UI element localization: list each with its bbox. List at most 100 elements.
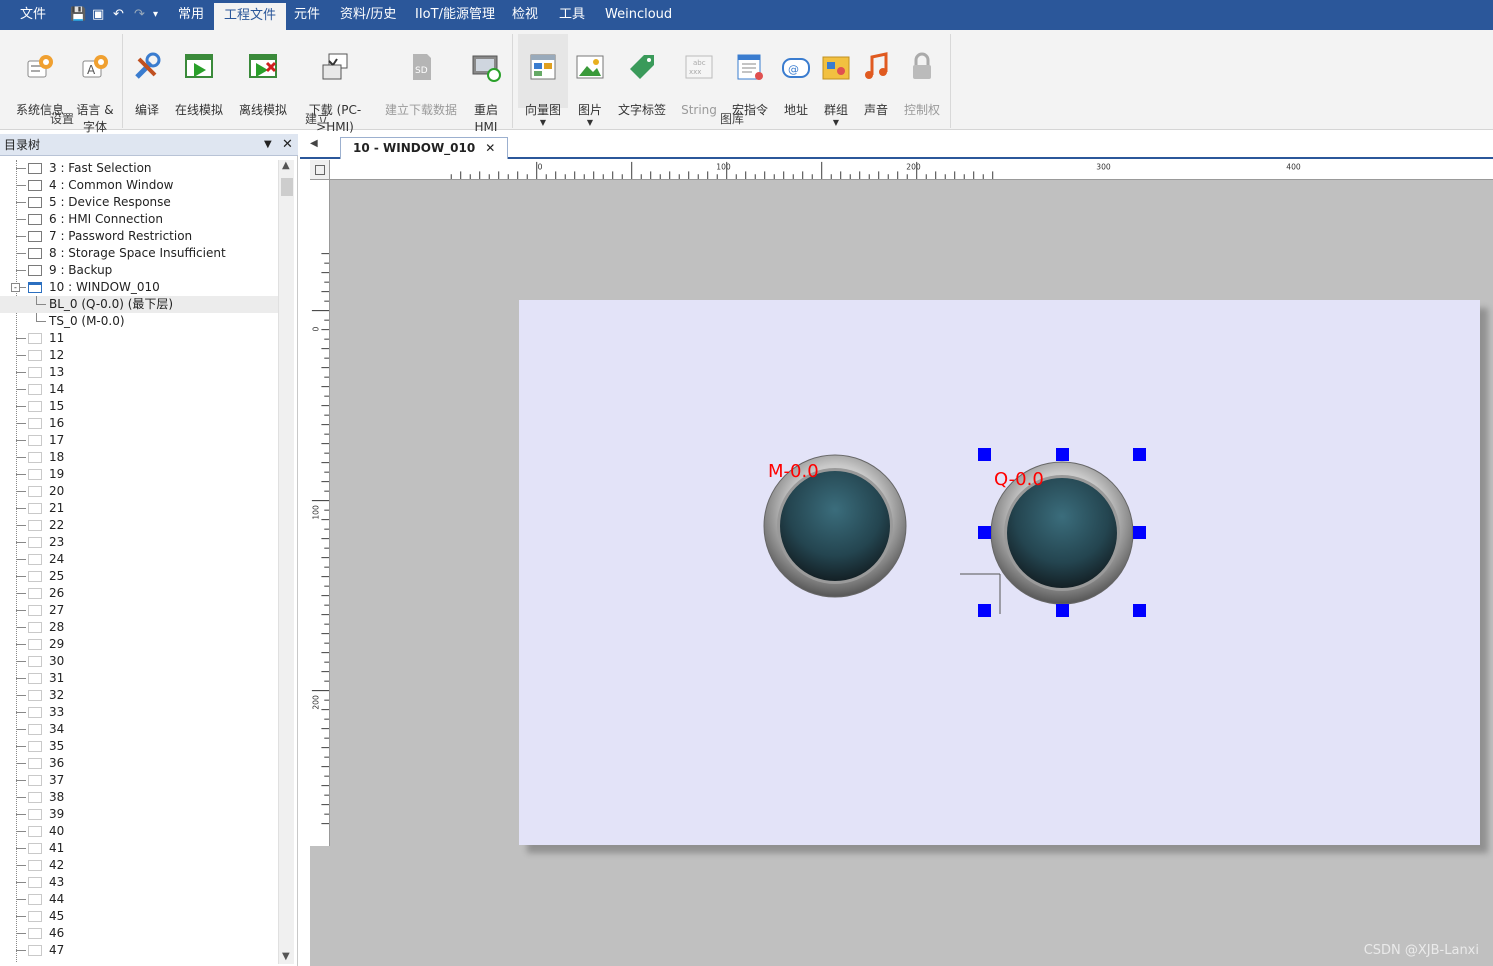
handle-middle-left[interactable] — [978, 526, 991, 539]
undo-icon[interactable]: ↶ — [113, 6, 124, 24]
menu-weincloud[interactable]: Weincloud — [605, 5, 672, 25]
restart-hmi-button[interactable]: 重启 HMI — [466, 34, 506, 136]
tree-item[interactable]: 21 — [0, 500, 278, 517]
tree-item[interactable]: 42 — [0, 857, 278, 874]
handle-middle-right[interactable] — [1133, 526, 1146, 539]
tree-item[interactable]: 39 — [0, 806, 278, 823]
tree-item[interactable]: 23 — [0, 534, 278, 551]
menu-file[interactable]: 文件 — [20, 5, 46, 25]
scroll-down-icon[interactable]: ▼ — [282, 951, 290, 962]
menu-view[interactable]: 检视 — [512, 5, 538, 25]
handle-top-left[interactable] — [978, 448, 991, 461]
tree-item[interactable]: 11 — [0, 330, 278, 347]
handle-bottom-middle[interactable] — [1056, 604, 1069, 617]
tree-item[interactable]: BL_0 (Q-0.0) (最下层) — [0, 296, 278, 313]
menu-common[interactable]: 常用 — [178, 5, 204, 25]
tree-item[interactable]: 20 — [0, 483, 278, 500]
tab-window-010[interactable]: 10 - WINDOW_010 ✕ — [340, 137, 509, 159]
system-info-button[interactable]: 系统信息 — [12, 34, 68, 119]
tree-item[interactable]: 46 — [0, 925, 278, 942]
tree-item[interactable]: - 10 : WINDOW_010 — [0, 279, 278, 296]
tree-item[interactable]: 17 — [0, 432, 278, 449]
tree-item[interactable]: 28 — [0, 619, 278, 636]
vector-graph-button[interactable]: 向量图 ▼ — [518, 34, 568, 127]
tree-item[interactable]: 30 — [0, 653, 278, 670]
tree-item[interactable]: 6 : HMI Connection — [0, 211, 278, 228]
menu-project-file[interactable]: 工程文件 — [214, 3, 287, 30]
tree-item[interactable]: 34 — [0, 721, 278, 738]
lamp-ts0[interactable]: M-0.0 — [763, 454, 907, 598]
tree-item[interactable]: 38 — [0, 789, 278, 806]
menu-tools[interactable]: 工具 — [559, 5, 585, 25]
tree-item[interactable]: 31 — [0, 670, 278, 687]
tree-item[interactable]: 47 — [0, 942, 278, 959]
macro-button[interactable]: 宏指令 — [728, 34, 772, 119]
handle-bottom-right[interactable] — [1133, 604, 1146, 617]
tree-item[interactable]: 44 — [0, 891, 278, 908]
window-canvas[interactable]: M-0.0 Q-0.0 — [519, 300, 1480, 845]
collapse-icon[interactable]: - — [11, 283, 20, 292]
tree-item[interactable]: 40 — [0, 823, 278, 840]
panel-dropdown-icon[interactable]: ▼ — [264, 134, 272, 156]
picture-dropdown-icon[interactable]: ▼ — [572, 119, 608, 127]
tree-item[interactable]: 24 — [0, 551, 278, 568]
tree-item[interactable]: 9 : Backup — [0, 262, 278, 279]
handle-top-right[interactable] — [1133, 448, 1146, 461]
address-button[interactable]: @ 地址 — [778, 34, 814, 119]
group-button[interactable]: 群组 ▼ — [818, 34, 854, 144]
tree-item[interactable]: 8 : Storage Space Insufficient — [0, 245, 278, 262]
tree-item[interactable]: 37 — [0, 772, 278, 789]
string-button[interactable]: abc xxx String — [676, 34, 722, 119]
menu-objects[interactable]: 元件 — [294, 5, 320, 25]
tree-item[interactable]: 43 — [0, 874, 278, 891]
tree-item[interactable]: TS_0 (M-0.0) — [0, 313, 278, 330]
save-icon[interactable]: 💾 — [70, 6, 86, 24]
tree-item[interactable]: 5 : Device Response — [0, 194, 278, 211]
tree-item[interactable]: 7 : Password Restriction — [0, 228, 278, 245]
scroll-thumb[interactable] — [281, 178, 293, 196]
handle-bottom-left[interactable] — [978, 604, 991, 617]
tree-item[interactable]: 35 — [0, 738, 278, 755]
online-simulation-button[interactable]: 在线模拟 — [170, 34, 228, 119]
menu-iiot-energy[interactable]: IIoT/能源管理 — [415, 5, 495, 25]
tree-item[interactable]: 3 : Fast Selection — [0, 160, 278, 177]
text-tag-button[interactable]: 文字标签 — [614, 34, 670, 119]
tab-scroll-left-icon[interactable]: ◀ — [310, 138, 318, 149]
tree-scrollbar[interactable]: ▲ ▼ — [278, 160, 294, 964]
group-dropdown-icon[interactable]: ▼ — [818, 119, 854, 127]
save-all-icon[interactable]: ▣ — [92, 6, 104, 24]
tree-item[interactable]: 22 — [0, 517, 278, 534]
tree-item[interactable]: 25 — [0, 568, 278, 585]
compile-button[interactable]: 编译 — [128, 34, 166, 119]
editor-area[interactable]: 0 100 200 300 400 0 100 200 M-0.0 Q-0.0 … — [310, 160, 1493, 966]
tree-item[interactable]: 29 — [0, 636, 278, 653]
tree-item[interactable]: 45 — [0, 908, 278, 925]
lamp-bl0[interactable]: Q-0.0 — [990, 461, 1134, 605]
sound-button[interactable]: 声音 — [858, 34, 894, 119]
tree-item[interactable]: 36 — [0, 755, 278, 772]
tree-item[interactable]: 41 — [0, 840, 278, 857]
tree-item[interactable]: 19 — [0, 466, 278, 483]
language-font-button[interactable]: A 语言 & 字体 — [70, 34, 120, 136]
tree-item[interactable]: 18 — [0, 449, 278, 466]
tree-item[interactable]: 15 — [0, 398, 278, 415]
tree-item[interactable]: 27 — [0, 602, 278, 619]
panel-close-icon[interactable]: ✕ — [282, 134, 293, 156]
handle-top-middle[interactable] — [1056, 448, 1069, 461]
picture-button[interactable]: 图片 ▼ — [572, 34, 608, 144]
tree-item[interactable]: 13 — [0, 364, 278, 381]
control-right-button[interactable]: 控制权 — [900, 34, 944, 119]
build-download-data-button[interactable]: SD 建立下载数据 — [380, 34, 462, 119]
tree-item[interactable]: 32 — [0, 687, 278, 704]
tree-item[interactable]: 12 — [0, 347, 278, 364]
tree-item[interactable]: 26 — [0, 585, 278, 602]
quick-access-dropdown-icon[interactable]: ▾ — [153, 6, 158, 24]
tab-close-icon[interactable]: ✕ — [485, 141, 495, 155]
tree-item[interactable]: 33 — [0, 704, 278, 721]
scroll-up-icon[interactable]: ▲ — [282, 160, 290, 171]
tree-item[interactable]: 14 — [0, 381, 278, 398]
redo-icon[interactable]: ↷ — [134, 6, 145, 24]
offline-simulation-button[interactable]: 离线模拟 — [234, 34, 292, 119]
tree-item[interactable]: 16 — [0, 415, 278, 432]
vector-graph-dropdown-icon[interactable]: ▼ — [518, 119, 568, 127]
